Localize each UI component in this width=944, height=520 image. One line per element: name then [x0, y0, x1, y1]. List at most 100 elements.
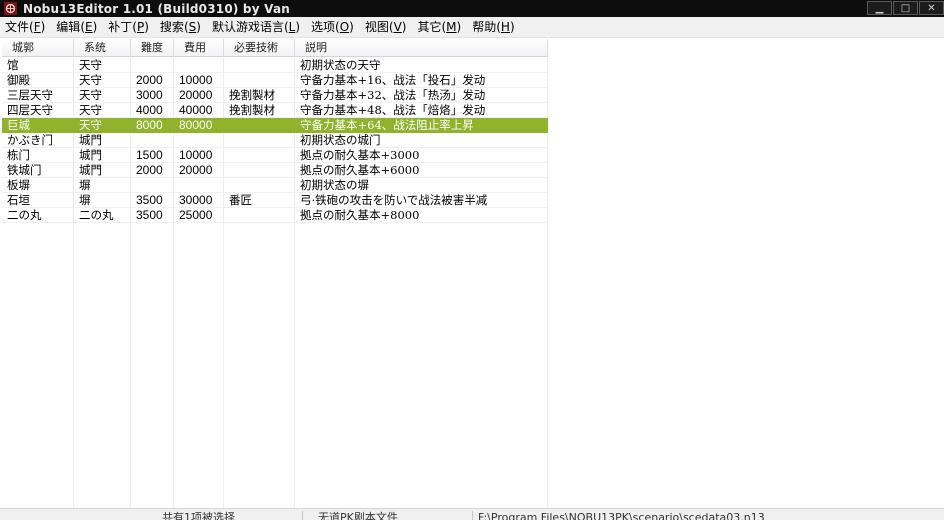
table-cell: 城門	[74, 163, 131, 178]
table-cell: 守备力基本+48、战法「焙烙」发动	[295, 103, 548, 118]
table-cell	[224, 178, 295, 193]
table-row[interactable]: 巨城 天守 8000 80000 守备力基本+64、战法阻止率上昇	[2, 118, 548, 133]
table-row[interactable]: 四层天守 天守 4000 40000 挽割製材 守备力基本+48、战法「焙烙」发动	[2, 103, 548, 118]
menu-item-accel-key: P	[136, 19, 145, 34]
menu-item-m[interactable]: 其它(M)	[412, 17, 466, 38]
table-cell	[224, 163, 295, 178]
table-cell: 拠点の耐久基本+8000	[295, 208, 548, 223]
table-cell	[131, 58, 174, 73]
menu-item-accel-key: M	[446, 19, 457, 34]
table-cell: 3500	[131, 193, 174, 208]
table-cell: 守备力基本+64、战法阻止率上昇	[295, 118, 548, 133]
table-cell: 石垣	[2, 193, 74, 208]
menu-item-p[interactable]: 补丁(P)	[103, 17, 154, 38]
table-cell: 三层天守	[2, 88, 74, 103]
menu-item-s[interactable]: 搜索(S)	[155, 17, 206, 38]
menu-item-e[interactable]: 编辑(E)	[51, 17, 102, 38]
window-title: Nobu13Editor 1.01 (Build0310) by Van	[23, 1, 290, 16]
table-cell	[131, 178, 174, 193]
column-header-5[interactable]: 説明	[295, 39, 548, 57]
menu-item-label: 默认游戏语言	[211, 19, 284, 34]
column-header-2[interactable]: 難度	[131, 39, 174, 57]
menu-item-v[interactable]: 视图(V)	[360, 17, 412, 38]
table-cell: 1500	[131, 148, 174, 163]
minimize-button[interactable]: ▁	[867, 1, 892, 15]
table-cell: 守备力基本+16、战法「投石」发动	[295, 73, 548, 88]
status-divider	[302, 511, 303, 520]
menu-item-accel-key: O	[339, 19, 350, 34]
maximize-icon: □	[900, 2, 911, 14]
table-cell: 3000	[131, 88, 174, 103]
menu-bar: 文件(F) 编辑(E) 补丁(P) 搜索(S) 默认游戏语言(L) 选项(O) 视图(V) 其…	[0, 17, 944, 38]
table-cell: 初期状态の塀	[295, 178, 548, 193]
menu-item-f[interactable]: 文件(F)	[0, 17, 50, 38]
column-header-3[interactable]: 費用	[174, 39, 224, 57]
table-cell: 25000	[174, 208, 224, 223]
table-cell: 拠点の耐久基本+3000	[295, 148, 548, 163]
menu-item-label: 视图	[364, 19, 389, 34]
table-header: 城郭 系统 難度 費用 必要技術 説明	[2, 39, 548, 57]
table-cell	[224, 208, 295, 223]
table-row[interactable]: 三层天守 天守 3000 20000 挽割製材 守备力基本+32、战法「热汤」发动	[2, 88, 548, 103]
table-cell: 城門	[74, 148, 131, 163]
menu-item-accel-key: S	[188, 19, 197, 34]
status-path: F:\Program Files\NOBU13PK\scenario\sceda…	[478, 511, 765, 520]
menu-item-label: 搜索	[159, 19, 184, 34]
table-cell: 初期状态の城门	[295, 133, 548, 148]
maximize-button[interactable]: □	[893, 1, 918, 15]
table-cell: 10000	[174, 73, 224, 88]
table-cell: 2000	[131, 163, 174, 178]
menu-item-accel-key: E	[85, 19, 93, 34]
menu-item-h[interactable]: 帮助(H)	[467, 17, 519, 38]
table-cell: 挽割製材	[224, 88, 295, 103]
column-header-4[interactable]: 必要技術	[224, 39, 295, 57]
menu-item-label: 帮助	[472, 19, 497, 34]
table-cell: 二の丸	[74, 208, 131, 223]
menu-item-o[interactable]: 选项(O)	[306, 17, 359, 38]
castle-table: 城郭 系统 難度 費用 必要技術 説明 馆天守 初期状态の天守 御殿 天守 2000 10000 守备…	[0, 38, 944, 508]
menu-item-label: 选项	[311, 19, 336, 34]
minimize-icon: ▁	[875, 2, 884, 14]
table-cell: 弓·铁砲の攻击を防いで战法被害半减	[295, 193, 548, 208]
table-cell	[224, 148, 295, 163]
table-cell: 10000	[174, 148, 224, 163]
table-cell: 2000	[131, 73, 174, 88]
title-bar: Nobu13Editor 1.01 (Build0310) by Van ▁ □…	[0, 0, 944, 17]
table-cell: 栋门	[2, 148, 74, 163]
menu-item-label: 文件	[5, 19, 30, 34]
table-row[interactable]: かぶき门 城門 初期状态の城门	[2, 133, 548, 148]
table-cell: 天守	[74, 118, 131, 133]
table-cell: 四层天守	[2, 103, 74, 118]
menu-item-l[interactable]: 默认游戏语言(L)	[207, 17, 305, 38]
status-selection: 共有1项被选择	[162, 511, 235, 520]
table-cell	[174, 178, 224, 193]
table-row[interactable]: 馆天守 初期状态の天守	[2, 58, 548, 73]
table-cell: 馆	[2, 58, 74, 73]
table-row[interactable]: 二の丸 二の丸 3500 25000 拠点の耐久基本+8000	[2, 208, 548, 223]
table-cell: 40000	[174, 103, 224, 118]
menu-item-accel-key: H	[500, 19, 510, 34]
menu-item-accel-key: V	[393, 19, 402, 34]
app-mon-icon[interactable]	[3, 2, 17, 16]
table-cell: 铁城门	[2, 163, 74, 178]
table-cell	[224, 73, 295, 88]
status-bar: 共有1项被选择 无道PK剧本文件 F:\Program Files\NOBU13…	[0, 508, 944, 520]
table-cell: 天守	[74, 103, 131, 118]
table-row[interactable]: 铁城门 城門 2000 20000 拠点の耐久基本+6000	[2, 163, 548, 178]
table-cell: 守备力基本+32、战法「热汤」发动	[295, 88, 548, 103]
close-icon: ✕	[927, 2, 936, 14]
table-body: 馆天守 初期状态の天守 御殿 天守 2000 10000 守备力基本+16、战法「投石」发动…	[2, 58, 548, 223]
menu-item-accel-key: L	[288, 19, 296, 34]
close-button[interactable]: ✕	[919, 1, 944, 15]
table-row[interactable]: 栋门 城門 1500 10000 拠点の耐久基本+3000	[2, 148, 548, 163]
table-cell: 8000	[131, 118, 174, 133]
menu-item-label: 其它	[417, 19, 442, 34]
table-row[interactable]: 板塀塀 初期状态の塀	[2, 178, 548, 193]
table-cell	[224, 133, 295, 148]
column-header-0[interactable]: 城郭	[2, 39, 74, 57]
table-cell	[224, 58, 295, 73]
table-row[interactable]: 石垣塀 3500 30000 番匠 弓·铁砲の攻击を防いで战法被害半减	[2, 193, 548, 208]
table-row[interactable]: 御殿 天守 2000 10000 守备力基本+16、战法「投石」发动	[2, 73, 548, 88]
column-header-1[interactable]: 系统	[74, 39, 131, 57]
table-cell: 天守	[74, 73, 131, 88]
